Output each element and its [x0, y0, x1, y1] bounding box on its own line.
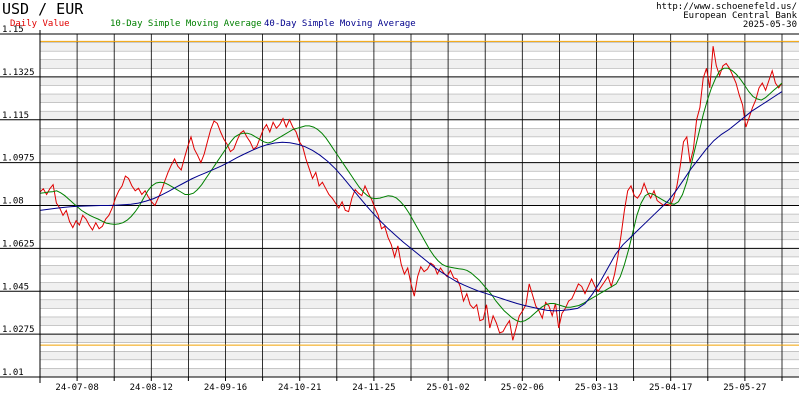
y-tick-label: 1.0975 [2, 154, 35, 164]
x-tick-label: 24-08-12 [130, 383, 173, 393]
y-tick-label: 1.08 [2, 197, 24, 207]
background-band [40, 368, 799, 377]
background-band [40, 111, 799, 120]
x-tick-label: 25-02-06 [501, 383, 544, 393]
y-tick-label: 1.0275 [2, 325, 35, 335]
y-tick-label: 1.115 [2, 111, 29, 121]
background-band [40, 316, 799, 326]
legend-daily-value: Daily Value [10, 19, 70, 29]
y-tick-labels: 1.151.13251.1151.09751.081.06251.0451.02… [2, 25, 35, 378]
background-band [40, 351, 799, 360]
background-band [40, 59, 799, 69]
background-band [40, 94, 799, 103]
background-band [40, 145, 799, 155]
y-tick-label: 1.045 [2, 282, 29, 292]
x-tick-label: 24-11-25 [352, 383, 395, 393]
x-tick-label: 24-07-08 [55, 383, 98, 393]
x-tick-label: 24-10-21 [278, 383, 321, 393]
x-tick-label: 25-05-27 [723, 383, 766, 393]
background-band [40, 214, 799, 223]
legend-10-day-sma: 10-Day Simple Moving Average [110, 19, 262, 29]
y-tick-label: 1.01 [2, 368, 24, 378]
background-bands [40, 42, 799, 377]
background-band [40, 42, 799, 52]
x-tick-label: 24-09-16 [204, 383, 247, 393]
background-band [40, 128, 799, 137]
y-tick-label: 1.1325 [2, 68, 35, 78]
background-band [40, 299, 799, 309]
x-tick-label: 25-01-02 [426, 383, 469, 393]
y-tick-label: 1.0625 [2, 239, 35, 249]
x-tick-label: 25-04-17 [649, 383, 692, 393]
background-band [40, 334, 799, 343]
x-tick-label: 25-03-13 [575, 383, 618, 393]
chart-date: 2025-05-30 [743, 20, 797, 30]
usd-eur-chart: 1.151.13251.1151.09751.081.06251.0451.02… [0, 0, 799, 393]
chart-title: USD / EUR [2, 0, 84, 18]
background-band [40, 162, 799, 172]
background-band [40, 282, 799, 292]
x-tick-labels: 24-07-08 24-08-12 24-09-16 24-10-21 24-11-25… [55, 383, 766, 393]
background-band [40, 76, 799, 86]
legend-40-day-sma: 40-Day Simple Moving Average [264, 19, 416, 29]
